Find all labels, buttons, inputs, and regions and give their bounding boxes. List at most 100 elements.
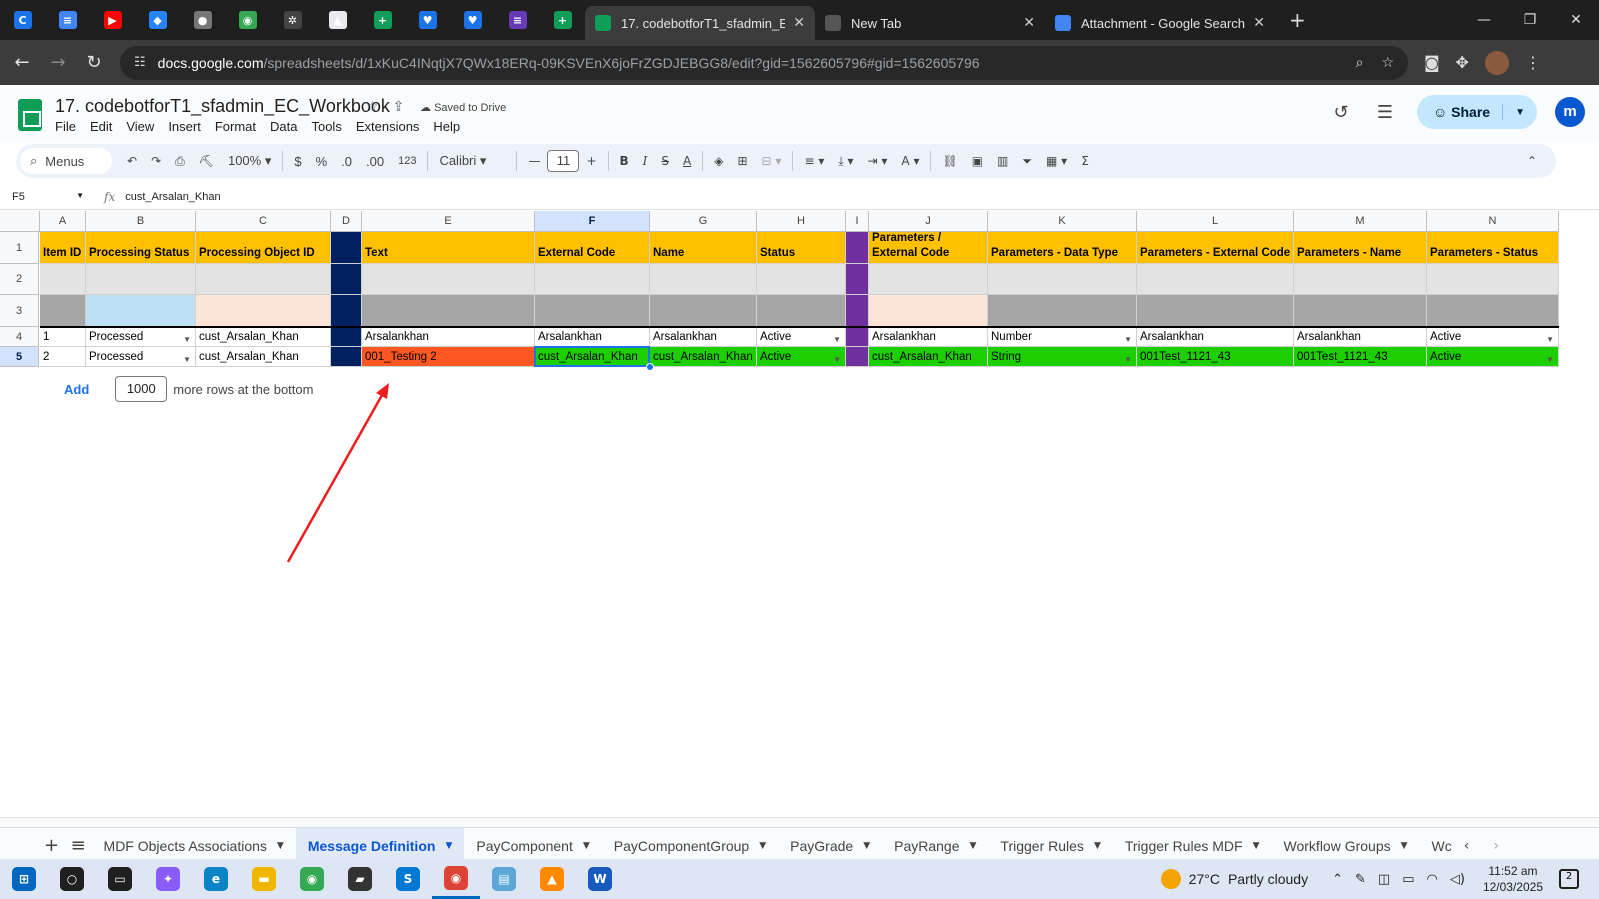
sheet-tab-dropdown-icon[interactable]: ▼ [970, 841, 977, 851]
column-header-g[interactable]: G [650, 211, 757, 232]
menu-data[interactable]: Data [270, 119, 297, 134]
cell-dropdown-icon[interactable]: ▼ [1546, 350, 1554, 366]
cell-n4[interactable]: Active ▼ [1427, 327, 1559, 347]
increase-font-size-icon[interactable]: + [579, 154, 603, 168]
comments-icon[interactable]: ☰ [1363, 102, 1407, 123]
column-header-k[interactable]: K [988, 211, 1137, 232]
cell-j1[interactable]: Parameters / External Code [869, 232, 988, 264]
account-avatar[interactable]: m [1555, 97, 1585, 127]
cell-j3[interactable] [869, 295, 988, 327]
cell-m2[interactable] [1294, 264, 1427, 295]
zoom-icon[interactable]: ⌕ [1356, 55, 1364, 71]
sheet-tab-dropdown-icon[interactable]: ▼ [277, 841, 284, 851]
taskbar-app[interactable]: ▤ [480, 859, 528, 899]
cell-e3[interactable] [362, 295, 535, 327]
cell-b1[interactable]: Processing Status [86, 232, 196, 264]
cell-g2[interactable] [650, 264, 757, 295]
cell-e1[interactable]: Text [362, 232, 535, 264]
browser-tab[interactable]: Attachment - Google Search ✕ [1045, 6, 1275, 40]
share-dropdown-icon[interactable]: ▼ [1503, 107, 1537, 118]
cell-l5[interactable]: 001Test_1121_43 [1137, 347, 1294, 367]
pinned-tab[interactable]: ◉ [225, 0, 270, 40]
cell-b3[interactable] [86, 295, 196, 327]
merge-cells-icon[interactable]: ⊟ ▾ [755, 154, 789, 168]
italic-icon[interactable]: I [636, 154, 655, 168]
column-header-h[interactable]: H [757, 211, 846, 232]
cell-a4[interactable]: 1 [40, 327, 86, 347]
row-header-1[interactable]: 1 [0, 232, 39, 264]
clock[interactable]: 11:52 am 12/03/2025 [1483, 863, 1543, 895]
column-header-b[interactable]: B [86, 211, 196, 232]
pinned-tab[interactable]: ▲ [315, 0, 360, 40]
cell-i1[interactable] [846, 232, 869, 264]
column-header-e[interactable]: E [362, 211, 535, 232]
cell-g4[interactable]: Arsalankhan [650, 327, 757, 347]
cell-b5[interactable]: Processed ▼ [86, 347, 196, 367]
cell-f2[interactable] [535, 264, 650, 295]
vertical-align-icon[interactable]: ⤓ ▾ [831, 154, 860, 169]
decrease-decimal-button[interactable]: .0 [334, 154, 359, 169]
forward-button[interactable]: → [40, 52, 76, 73]
formula-input[interactable]: cust_Arsalan_Khan [125, 191, 220, 203]
column-header-c[interactable]: C [196, 211, 331, 232]
column-header-j[interactable]: J [869, 211, 988, 232]
sheets-logo-icon[interactable] [18, 99, 42, 131]
insert-link-icon[interactable]: ⛓ [935, 154, 964, 168]
cell-h5[interactable]: Active ▼ [757, 347, 846, 367]
cell-e2[interactable] [362, 264, 535, 295]
meet-icon[interactable]: ◫ [1378, 872, 1390, 887]
cell-dropdown-icon[interactable]: ▼ [833, 350, 841, 366]
cell-h3[interactable] [757, 295, 846, 327]
pinned-tab[interactable]: ◆ [135, 0, 180, 40]
sheet-tab-dropdown-icon[interactable]: ▼ [445, 841, 452, 851]
cell-b2[interactable] [86, 264, 196, 295]
profile-avatar[interactable] [1484, 50, 1509, 75]
cell-n2[interactable] [1427, 264, 1559, 295]
decrease-font-size-icon[interactable]: — [521, 154, 547, 168]
sheet-tab-dropdown-icon[interactable]: ▼ [863, 841, 870, 851]
cell-d2[interactable] [331, 264, 362, 295]
cell-k4[interactable]: Number ▼ [988, 327, 1137, 347]
cell-n5[interactable]: Active ▼ [1427, 347, 1559, 367]
cell-c5[interactable]: cust_Arsalan_Khan [196, 347, 331, 367]
collapse-toolbar-icon[interactable]: ⌃ [1520, 154, 1544, 168]
fill-handle[interactable] [646, 363, 654, 371]
select-all-corner[interactable] [0, 211, 40, 232]
bookmark-star-icon[interactable]: ☆ [1381, 55, 1394, 71]
pinned-tab[interactable]: + [540, 0, 585, 40]
cell-k2[interactable] [988, 264, 1137, 295]
star-icon[interactable]: ☆ [366, 99, 379, 115]
number-format-button[interactable]: 123 [391, 155, 423, 167]
taskbar-app[interactable]: ◉ [432, 859, 480, 899]
cell-f1[interactable]: External Code [535, 232, 650, 264]
rows-count-input[interactable]: 1000 [115, 376, 168, 402]
close-tab-icon[interactable]: ✕ [1253, 15, 1265, 31]
extensions-icon[interactable]: ✥ [1456, 53, 1469, 72]
cell-dropdown-icon[interactable]: ▼ [1546, 330, 1554, 346]
cell-d1[interactable] [331, 232, 362, 264]
cell-m1[interactable]: Parameters - Name [1294, 232, 1427, 264]
cell-d5[interactable] [331, 347, 362, 367]
menu-tools[interactable]: Tools [311, 119, 341, 134]
taskbar-app[interactable]: ✦ [144, 859, 192, 899]
browser-tab[interactable]: New Tab ✕ [815, 6, 1045, 40]
saved-status[interactable]: ☁ Saved to Drive [420, 101, 506, 114]
cell-k5[interactable]: String ▼ [988, 347, 1137, 367]
volume-icon[interactable]: ◁) [1450, 872, 1465, 887]
font-size-input[interactable]: 11 [547, 150, 580, 172]
cell-l4[interactable]: Arsalankhan [1137, 327, 1294, 347]
cell-e5[interactable]: 001_Testing 2 [362, 347, 535, 367]
taskbar-app[interactable]: ◉ [288, 859, 336, 899]
close-tab-icon[interactable]: ✕ [1023, 15, 1035, 31]
taskbar-app[interactable]: e [192, 859, 240, 899]
cell-a3[interactable] [40, 295, 86, 327]
row-header-5[interactable]: 5 [0, 347, 39, 367]
taskbar-app[interactable]: ▰ [336, 859, 384, 899]
url-input[interactable]: ☷ docs.google.com /spreadsheets/d/1xKuC4… [120, 45, 1408, 80]
cell-d3[interactable] [331, 295, 362, 327]
cell-i2[interactable] [846, 264, 869, 295]
menu-extensions[interactable]: Extensions [356, 119, 420, 134]
cell-c4[interactable]: cust_Arsalan_Khan [196, 327, 331, 347]
increase-decimal-button[interactable]: .00 [359, 154, 391, 169]
close-window-button[interactable]: ✕ [1553, 0, 1599, 40]
